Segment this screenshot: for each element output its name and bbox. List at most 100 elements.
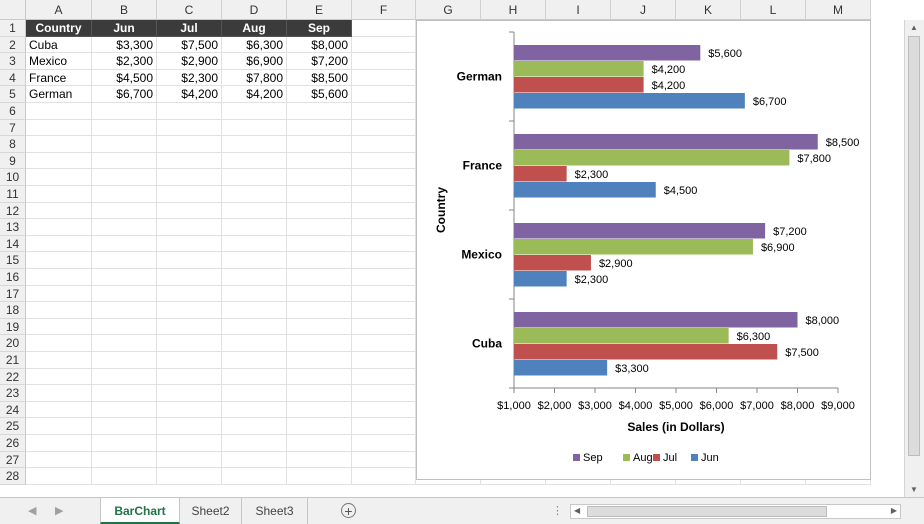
grid-cell[interactable] [26,435,92,452]
horizontal-scroll-thumb[interactable] [587,506,827,517]
table-cell[interactable]: $6,300 [222,36,287,54]
grid-cell[interactable] [352,468,416,485]
grid-cell[interactable] [352,169,416,186]
column-header-d[interactable]: D [222,0,287,20]
grid-cell[interactable] [222,219,287,236]
row-header-14[interactable]: 14 [0,235,26,253]
grid-cell[interactable] [157,401,222,419]
grid-cell[interactable] [222,401,287,419]
table-cell[interactable]: $4,500 [92,69,157,87]
grid-cell[interactable] [222,418,287,435]
table-cell[interactable]: $7,500 [157,36,222,54]
grid-cell[interactable] [287,335,352,352]
grid-cell[interactable] [157,186,222,203]
grid-cell[interactable] [157,468,222,485]
column-header-i[interactable]: I [546,0,611,20]
grid-cell[interactable] [352,53,416,70]
grid-cell[interactable] [352,202,416,220]
add-sheet-icon[interactable]: + [341,503,356,518]
grid-cell[interactable] [287,451,352,469]
row-header-27[interactable]: 27 [0,451,26,469]
row-header-12[interactable]: 12 [0,202,26,220]
grid-cell[interactable] [157,152,222,170]
grid-cell[interactable] [157,435,222,452]
row-header-18[interactable]: 18 [0,302,26,319]
grid-cell[interactable] [222,103,287,120]
scroll-thumb[interactable] [908,36,920,456]
grid-cell[interactable] [92,103,157,120]
row-header-13[interactable]: 13 [0,219,26,236]
row-header-11[interactable]: 11 [0,186,26,203]
column-header-k[interactable]: K [676,0,741,20]
grid-cell[interactable] [287,468,352,485]
grid-cell[interactable] [157,352,222,369]
table-header-cell[interactable]: Country [26,20,92,37]
table-header-cell[interactable]: Aug [222,20,287,37]
column-header-l[interactable]: L [741,0,806,20]
column-header-h[interactable]: H [481,0,546,20]
grid-cell[interactable] [287,269,352,286]
row-header-1[interactable]: 1 [0,20,26,37]
grid-cell[interactable] [222,318,287,336]
row-header-21[interactable]: 21 [0,352,26,369]
grid-cell[interactable] [287,385,352,402]
grid-cell[interactable] [26,401,92,419]
scroll-right-arrow-icon[interactable]: ▶ [891,506,897,515]
grid-cell[interactable] [352,136,416,153]
row-header-4[interactable]: 4 [0,69,26,87]
column-header-a[interactable]: A [26,0,92,20]
splitter-handle-icon[interactable]: ⋮ [552,504,563,517]
grid-cell[interactable] [287,119,352,137]
row-header-5[interactable]: 5 [0,86,26,103]
table-header-cell[interactable]: Jul [157,20,222,37]
next-sheet-arrow-icon[interactable]: ▶ [55,504,63,517]
grid-cell[interactable] [26,385,92,402]
grid-cell[interactable] [157,335,222,352]
grid-cell[interactable] [222,451,287,469]
grid-cell[interactable] [26,468,92,485]
grid-cell[interactable] [26,352,92,369]
grid-cell[interactable] [222,169,287,186]
grid-cell[interactable] [287,103,352,120]
grid-cell[interactable] [287,285,352,303]
row-header-19[interactable]: 19 [0,318,26,336]
grid-cell[interactable] [352,335,416,352]
scroll-down-arrow-icon[interactable]: ▼ [910,485,918,494]
grid-cell[interactable] [92,252,157,269]
grid-cell[interactable] [157,269,222,286]
row-header-10[interactable]: 10 [0,169,26,186]
grid-cell[interactable] [222,152,287,170]
grid-cell[interactable] [92,418,157,435]
grid-cell[interactable] [92,235,157,253]
grid-cell[interactable] [92,202,157,220]
scroll-up-arrow-icon[interactable]: ▲ [910,23,918,32]
grid-cell[interactable] [287,418,352,435]
column-header-f[interactable]: F [352,0,416,20]
grid-cell[interactable] [92,269,157,286]
table-cell[interactable]: $3,300 [92,36,157,54]
table-cell[interactable]: $5,600 [287,86,352,103]
table-header-cell[interactable]: Sep [287,20,352,37]
grid-cell[interactable] [26,302,92,319]
grid-cell[interactable] [26,119,92,137]
grid-cell[interactable] [352,318,416,336]
scroll-left-arrow-icon[interactable]: ◀ [574,506,580,515]
grid-cell[interactable] [352,368,416,386]
table-cell[interactable]: $6,700 [92,86,157,103]
table-cell[interactable]: France [26,69,92,87]
grid-cell[interactable] [92,136,157,153]
column-header-b[interactable]: B [92,0,157,20]
table-header-cell[interactable]: Jun [92,20,157,37]
grid-cell[interactable] [92,451,157,469]
row-header-25[interactable]: 25 [0,418,26,435]
grid-cell[interactable] [157,119,222,137]
grid-cell[interactable] [26,285,92,303]
table-cell[interactable]: $7,800 [222,69,287,87]
row-header-22[interactable]: 22 [0,368,26,386]
grid-cell[interactable] [287,219,352,236]
grid-cell[interactable] [287,368,352,386]
grid-cell[interactable] [26,368,92,386]
row-header-28[interactable]: 28 [0,468,26,485]
grid-cell[interactable] [222,285,287,303]
table-cell[interactable]: Cuba [26,36,92,54]
